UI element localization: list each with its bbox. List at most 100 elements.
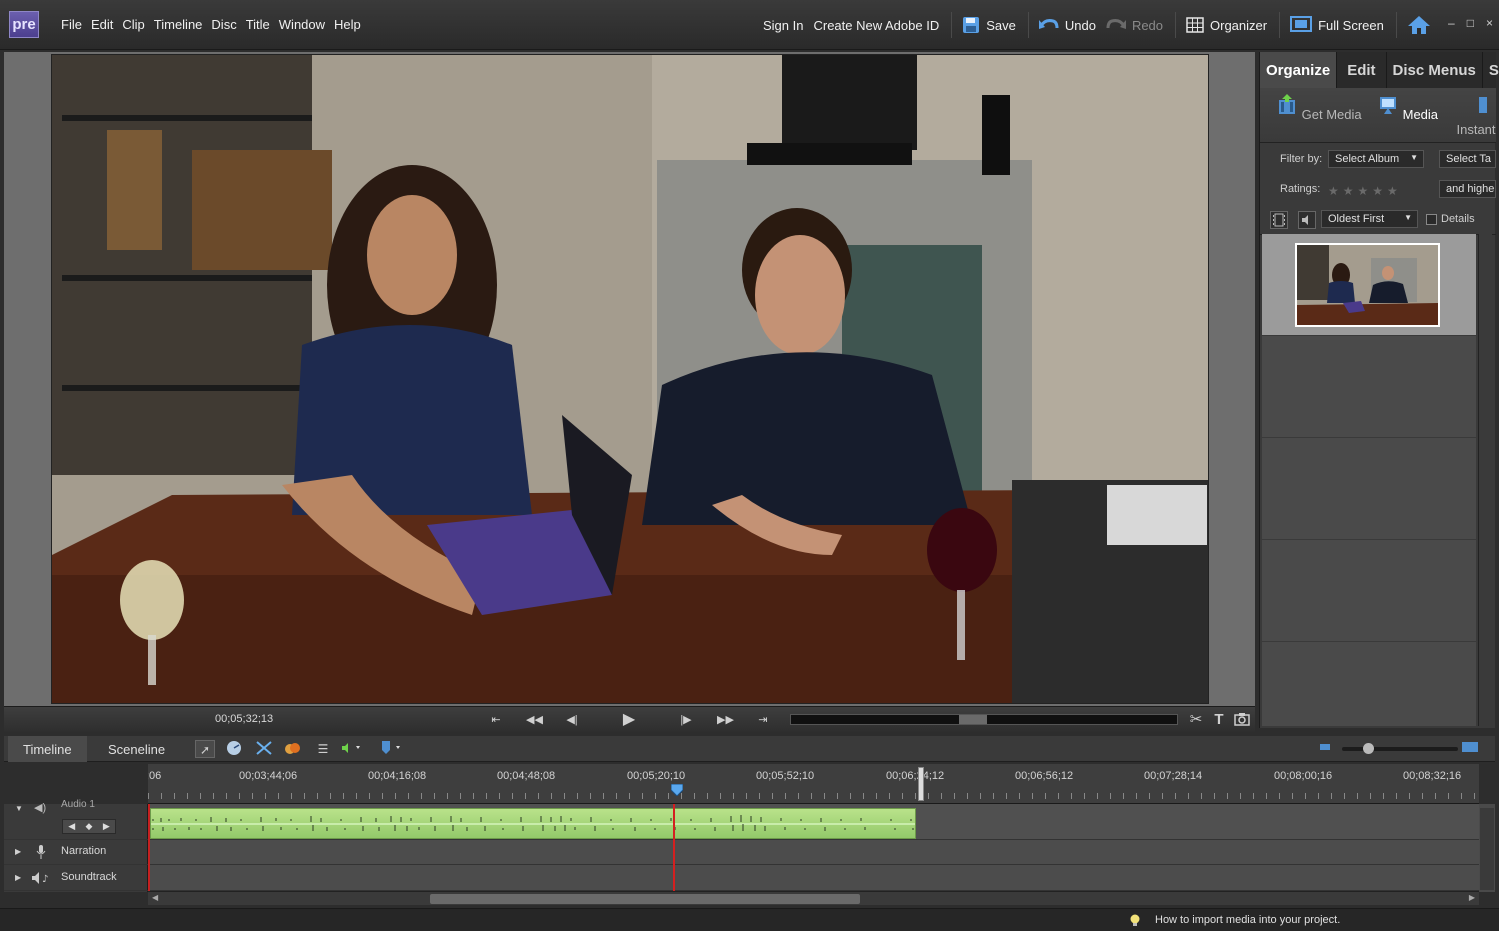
help-tip-link[interactable]: How to import media into your project. (1155, 914, 1340, 926)
menu-bar: File Edit Clip Timeline Disc Title Windo… (61, 17, 361, 32)
time-stretch-icon[interactable] (224, 740, 244, 758)
current-time-indicator-icon[interactable] (671, 784, 683, 796)
get-media-icon (1279, 94, 1295, 114)
tab-edit[interactable]: Edit (1337, 52, 1387, 88)
shuttle-thumb[interactable] (959, 715, 987, 724)
media-browser-grid (1262, 234, 1476, 726)
markers-icon[interactable] (379, 740, 400, 758)
tab-organize[interactable]: Organize (1260, 52, 1338, 88)
sign-in-link[interactable]: Sign In (763, 18, 803, 33)
home-button[interactable] (1407, 15, 1431, 35)
speaker-icon[interactable] (1298, 211, 1316, 229)
toolbar-divider (1027, 12, 1029, 38)
keyframe-controls[interactable]: ◀ ◆ ▶ (62, 819, 116, 834)
media-thumbnail[interactable] (1295, 243, 1440, 327)
undo-icon (1038, 19, 1059, 29)
get-media-button[interactable]: Get Media (1276, 94, 1362, 122)
menu-title[interactable]: Title (246, 17, 270, 32)
media-item[interactable] (1262, 234, 1476, 336)
ruler-tick-label: 00;08;00;16 (1274, 770, 1333, 782)
menu-file[interactable]: File (61, 17, 82, 32)
soundtrack-track-lane[interactable] (148, 865, 1479, 891)
zoom-out-icon[interactable] (1315, 740, 1335, 758)
maximize-icon[interactable]: □ (1467, 16, 1474, 30)
filmstrip-icon[interactable] (1270, 211, 1288, 229)
go-to-end-icon[interactable]: ⇥ (755, 712, 771, 728)
timeline-scroll-thumb[interactable] (430, 894, 860, 904)
tab-share[interactable]: Sha (1483, 52, 1499, 88)
rating-filter-value: and highe (1446, 183, 1495, 195)
zoom-in-icon[interactable] (1460, 740, 1480, 758)
microphone-icon (35, 844, 47, 863)
create-adobe-id-link[interactable]: Create New Adobe ID (813, 18, 939, 33)
media-button[interactable]: Media (1377, 94, 1438, 122)
step-forward-icon[interactable]: |▶ (678, 712, 694, 728)
menu-window[interactable]: Window (279, 17, 325, 32)
rewind-icon[interactable]: ◀◀ (526, 712, 543, 728)
menu-timeline[interactable]: Timeline (154, 17, 203, 32)
previous-keyframe-icon[interactable]: ◀ (68, 821, 75, 832)
timeline-in-point-line (148, 804, 150, 892)
scroll-left-icon[interactable]: ◀ (152, 893, 158, 902)
toolbar-divider (1395, 12, 1397, 38)
save-button[interactable]: Save (962, 16, 1016, 34)
rating-filter-dropdown[interactable]: and highe (1439, 180, 1496, 198)
expand-arrow-icon[interactable]: ▶ (15, 847, 21, 856)
timeline-zoom-slider[interactable] (1342, 743, 1458, 754)
details-checkbox[interactable] (1426, 214, 1437, 225)
menu-clip[interactable]: Clip (122, 17, 144, 32)
play-icon[interactable]: ▶ (621, 712, 637, 728)
menu-help[interactable]: Help (334, 17, 361, 32)
ruler-tick-label: 00;04;16;08 (368, 770, 427, 782)
timeline-vertical-scrollbar[interactable] (1480, 808, 1494, 890)
tab-timeline[interactable]: Timeline (8, 736, 87, 762)
go-to-start-icon[interactable]: ⇤ (488, 712, 504, 728)
timeline-ruler[interactable]: ;06 00;03;44;06 00;04;16;08 00;04;48;08 … (148, 764, 1479, 804)
timeline-tracks: ▼ ◀) Audio 1 ◀ ◆ ▶ ▶ Narration ▶ ♪ Soundt (4, 799, 1495, 892)
filter-row: Filter by: Select Album ▼ Select Ta (1260, 145, 1496, 175)
work-area-end-handle[interactable] (918, 767, 924, 801)
add-keyframe-icon[interactable]: ◆ (86, 821, 93, 832)
add-text-icon[interactable]: T (1211, 712, 1227, 728)
close-icon[interactable]: × (1486, 16, 1493, 30)
freeze-frame-camera-icon[interactable] (1234, 712, 1250, 728)
ruler-tick-label: ;06 (148, 770, 162, 782)
minimize-icon[interactable]: – (1448, 16, 1455, 30)
audio-track-header: ▼ ◀) Audio 1 ◀ ◆ ▶ (4, 799, 148, 840)
smart-mix-icon[interactable] (282, 740, 302, 758)
rating-stars-icon[interactable]: ★★★★★ (1328, 184, 1402, 198)
sort-order-dropdown[interactable]: Oldest First ▼ (1321, 210, 1418, 228)
menu-disc[interactable]: Disc (211, 17, 236, 32)
media-scrollbar[interactable] (1478, 234, 1492, 726)
narration-track-lane[interactable] (148, 840, 1479, 865)
selection-tool-icon[interactable]: ➚ (195, 740, 215, 758)
menu-list-icon[interactable]: ☰ (313, 740, 333, 758)
audio-clip[interactable] (150, 808, 916, 839)
shuttle-scrubber[interactable] (790, 714, 1178, 725)
audio-mixer-icon[interactable] (340, 740, 360, 758)
scroll-right-icon[interactable]: ▶ (1469, 893, 1475, 902)
current-timecode[interactable]: 00;05;32;13 (215, 713, 273, 725)
tab-sceneline[interactable]: Sceneline (93, 736, 180, 762)
select-album-dropdown[interactable]: Select Album ▼ (1328, 150, 1424, 168)
select-tag-dropdown[interactable]: Select Ta (1439, 150, 1496, 168)
undo-button[interactable]: Undo (1038, 17, 1096, 33)
collapse-arrow-icon[interactable]: ▼ (15, 804, 23, 813)
redo-label: Redo (1131, 17, 1164, 33)
organizer-button[interactable]: Organizer (1186, 17, 1267, 33)
organizer-grid-icon (1186, 17, 1204, 33)
zoom-slider-thumb[interactable] (1363, 743, 1374, 754)
video-preview[interactable] (51, 54, 1209, 704)
expand-arrow-icon[interactable]: ▶ (15, 873, 21, 882)
smart-trim-icon[interactable] (254, 740, 274, 758)
full-screen-button[interactable]: Full Screen (1290, 16, 1384, 34)
next-keyframe-icon[interactable]: ▶ (103, 821, 110, 832)
menu-edit[interactable]: Edit (91, 17, 113, 32)
tab-disc-menus[interactable]: Disc Menus (1387, 52, 1483, 88)
step-back-icon[interactable]: ◀| (564, 712, 580, 728)
split-clip-scissors-icon[interactable]: ✂ (1188, 712, 1204, 728)
fast-forward-icon[interactable]: ▶▶ (717, 712, 734, 728)
timeline-horizontal-scrollbar[interactable]: ◀ ▶ (148, 891, 1479, 905)
instant-movie-button[interactable]: Instant (1456, 94, 1496, 137)
redo-button[interactable]: Redo (1106, 17, 1163, 33)
